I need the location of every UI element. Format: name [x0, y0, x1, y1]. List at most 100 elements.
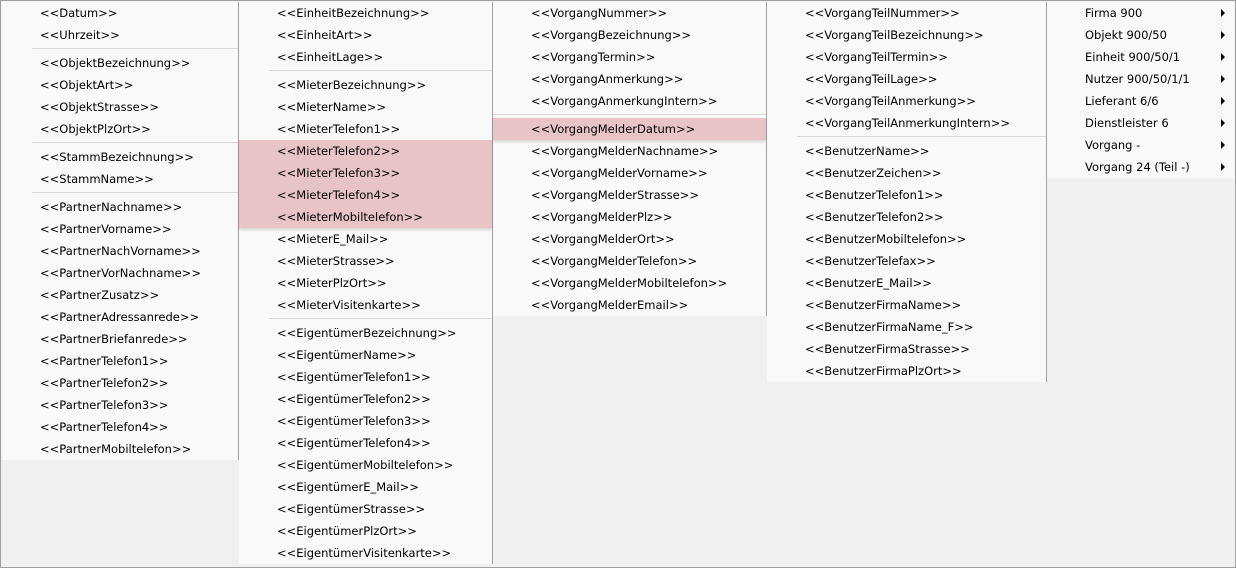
menu-item-label: <<ObjektArt>> [40, 78, 134, 92]
menu-item[interactable]: <<EigentümerTelefon4>> [239, 432, 492, 454]
menu-item[interactable]: <<EigentümerName>> [239, 344, 492, 366]
menu-item[interactable]: <<MieterStrasse>> [239, 250, 492, 272]
menu-item[interactable]: <<EinheitArt>> [239, 24, 492, 46]
menu-item[interactable]: <<VorgangAnmerkungIntern>> [493, 90, 766, 112]
menu-item[interactable]: <<BenutzerTelefon1>> [767, 184, 1046, 206]
menu-item-label: <<EigentümerPlzOrt>> [277, 524, 417, 538]
menu-item[interactable]: <<VorgangTeilBezeichnung>> [767, 24, 1046, 46]
menu-item[interactable]: <<ObjektBezeichnung>> [2, 52, 238, 74]
menu-item[interactable]: <<BenutzerE_Mail>> [767, 272, 1046, 294]
menu-item[interactable]: <<EigentümerVisitenkarte>> [239, 542, 492, 564]
menu-item[interactable]: <<VorgangMelderEmail>> [493, 294, 766, 316]
menu-item[interactable]: <<MieterTelefon1>> [239, 118, 492, 140]
menu-item[interactable]: <<MieterBezeichnung>> [239, 74, 492, 96]
submenu-item[interactable]: Nutzer 900/50/1/1 [1047, 68, 1234, 90]
menu-item[interactable]: <<VorgangMelderOrt>> [493, 228, 766, 250]
menu-item[interactable]: <<ObjektStrasse>> [2, 96, 238, 118]
menu-item[interactable]: <<PartnerTelefon4>> [2, 416, 238, 438]
menu-item[interactable]: <<BenutzerFirmaName_F>> [767, 316, 1046, 338]
menu-item-label: <<PartnerTelefon1>> [40, 354, 169, 368]
menu-item[interactable]: <<EigentümerPlzOrt>> [239, 520, 492, 542]
menu-item-label: <<EigentümerTelefon3>> [277, 414, 431, 428]
menu-item[interactable]: <<VorgangMelderNachname>> [493, 140, 766, 162]
menu-item[interactable]: <<PartnerNachVorname>> [2, 240, 238, 262]
submenu-item[interactable]: Vorgang 24 (Teil -) [1047, 156, 1234, 178]
menu-item[interactable]: <<Uhrzeit>> [2, 24, 238, 46]
menu-item[interactable]: <<BenutzerZeichen>> [767, 162, 1046, 184]
menu-item[interactable]: <<VorgangTeilTermin>> [767, 46, 1046, 68]
menu-item[interactable]: <<BenutzerName>> [767, 140, 1046, 162]
menu-item[interactable]: <<BenutzerFirmaName>> [767, 294, 1046, 316]
submenu-item[interactable]: Firma 900 [1047, 2, 1234, 24]
menu-item[interactable]: <<ObjektPlzOrt>> [2, 118, 238, 140]
menu-item[interactable]: <<PartnerNachname>> [2, 196, 238, 218]
menu-item[interactable]: <<MieterTelefon3>> [239, 162, 492, 184]
menu-item[interactable]: <<VorgangTeilLage>> [767, 68, 1046, 90]
menu-item[interactable]: <<EigentümerTelefon3>> [239, 410, 492, 432]
menu-item[interactable]: <<VorgangAnmerkung>> [493, 68, 766, 90]
menu-item[interactable]: <<BenutzerFirmaPlzOrt>> [767, 360, 1046, 382]
submenu-item[interactable]: Vorgang - [1047, 134, 1234, 156]
menu-item[interactable]: <<PartnerAdressanrede>> [2, 306, 238, 328]
menu-item[interactable]: <<VorgangMelderDatum>> [493, 118, 766, 140]
menu-item-label: <<VorgangAnmerkungIntern>> [531, 94, 718, 108]
menu-item[interactable]: <<BenutzerTelefax>> [767, 250, 1046, 272]
menu-item[interactable]: <<MieterTelefon2>> [239, 140, 492, 162]
submenu-item[interactable]: Objekt 900/50 [1047, 24, 1234, 46]
menu-item[interactable]: <<VorgangTeilNummer>> [767, 2, 1046, 24]
menu-item[interactable]: <<PartnerBriefanrede>> [2, 328, 238, 350]
menu-item[interactable]: <<VorgangMelderVorname>> [493, 162, 766, 184]
menu-item[interactable]: <<PartnerMobiltelefon>> [2, 438, 238, 460]
menu-item[interactable]: <<BenutzerTelefon2>> [767, 206, 1046, 228]
menu-item[interactable]: <<EigentümerMobiltelefon>> [239, 454, 492, 476]
menu-item[interactable]: <<MieterName>> [239, 96, 492, 118]
menu-item[interactable]: <<BenutzerFirmaStrasse>> [767, 338, 1046, 360]
menu-item[interactable]: <<MieterE_Mail>> [239, 228, 492, 250]
menu-item[interactable]: <<EigentümerStrasse>> [239, 498, 492, 520]
menu-item[interactable]: <<VorgangMelderMobiltelefon>> [493, 272, 766, 294]
menu-item[interactable]: <<VorgangBezeichnung>> [493, 24, 766, 46]
menu-item[interactable]: <<PartnerVorNachname>> [2, 262, 238, 284]
menu-item[interactable]: <<VorgangMelderStrasse>> [493, 184, 766, 206]
menu-item[interactable]: <<MieterPlzOrt>> [239, 272, 492, 294]
menu-item[interactable]: <<VorgangTeilAnmerkungIntern>> [767, 112, 1046, 134]
menu-item[interactable]: <<PartnerTelefon3>> [2, 394, 238, 416]
menu-item-label: <<VorgangMelderOrt>> [531, 232, 675, 246]
menu-item[interactable]: <<EigentümerTelefon1>> [239, 366, 492, 388]
menu-item[interactable]: <<ObjektArt>> [2, 74, 238, 96]
menu-item-label: <<MieterMobiltelefon>> [277, 210, 423, 224]
menu-item[interactable]: <<MieterMobiltelefon>> [239, 206, 492, 228]
menu-item[interactable]: <<VorgangTeilAnmerkung>> [767, 90, 1046, 112]
submenu-item[interactable]: Dienstleister 6 [1047, 112, 1234, 134]
menu-column-5: Firma 900 Objekt 900/50 Einheit 900/50/1 Nu… [1047, 2, 1234, 178]
menu-item[interactable]: <<Datum>> [2, 2, 238, 24]
menu-item[interactable]: <<PartnerTelefon2>> [2, 372, 238, 394]
menu-item[interactable]: <<EinheitLage>> [239, 46, 492, 68]
submenu-item[interactable]: Lieferant 6/6 [1047, 90, 1234, 112]
menu-item-label: <<EigentümerTelefon2>> [277, 392, 431, 406]
menu-item[interactable]: <<PartnerVorname>> [2, 218, 238, 240]
menu-item[interactable]: <<VorgangNummer>> [493, 2, 766, 24]
menu-item[interactable]: <<StammBezeichnung>> [2, 146, 238, 168]
menu-item-label: <<MieterName>> [277, 100, 386, 114]
menu-item-label: <<VorgangTeilTermin>> [805, 50, 948, 64]
menu-item[interactable]: <<VorgangTermin>> [493, 46, 766, 68]
submenu-item[interactable]: Einheit 900/50/1 [1047, 46, 1234, 68]
menu-item[interactable]: <<EinheitBezeichnung>> [239, 2, 492, 24]
menu-item[interactable]: <<StammName>> [2, 168, 238, 190]
menu-item[interactable]: <<MieterTelefon4>> [239, 184, 492, 206]
menu-item[interactable]: <<VorgangMelderTelefon>> [493, 250, 766, 272]
menu-item[interactable]: <<PartnerTelefon1>> [2, 350, 238, 372]
menu-item-label: <<EigentümerStrasse>> [277, 502, 426, 516]
menu-item[interactable]: <<BenutzerMobiltelefon>> [767, 228, 1046, 250]
menu-item[interactable]: <<EigentümerTelefon2>> [239, 388, 492, 410]
menu-item[interactable]: <<EigentümerE_Mail>> [239, 476, 492, 498]
submenu-arrow-icon [1221, 9, 1225, 17]
menu-item-label: <<PartnerTelefon3>> [40, 398, 169, 412]
menu-item-label: <<VorgangMelderMobiltelefon>> [531, 276, 728, 290]
menu-item[interactable]: <<PartnerZusatz>> [2, 284, 238, 306]
menu-item-label: <<MieterVisitenkarte>> [277, 298, 421, 312]
menu-item[interactable]: <<VorgangMelderPlz>> [493, 206, 766, 228]
menu-item[interactable]: <<MieterVisitenkarte>> [239, 294, 492, 316]
menu-item[interactable]: <<EigentümerBezeichnung>> [239, 322, 492, 344]
